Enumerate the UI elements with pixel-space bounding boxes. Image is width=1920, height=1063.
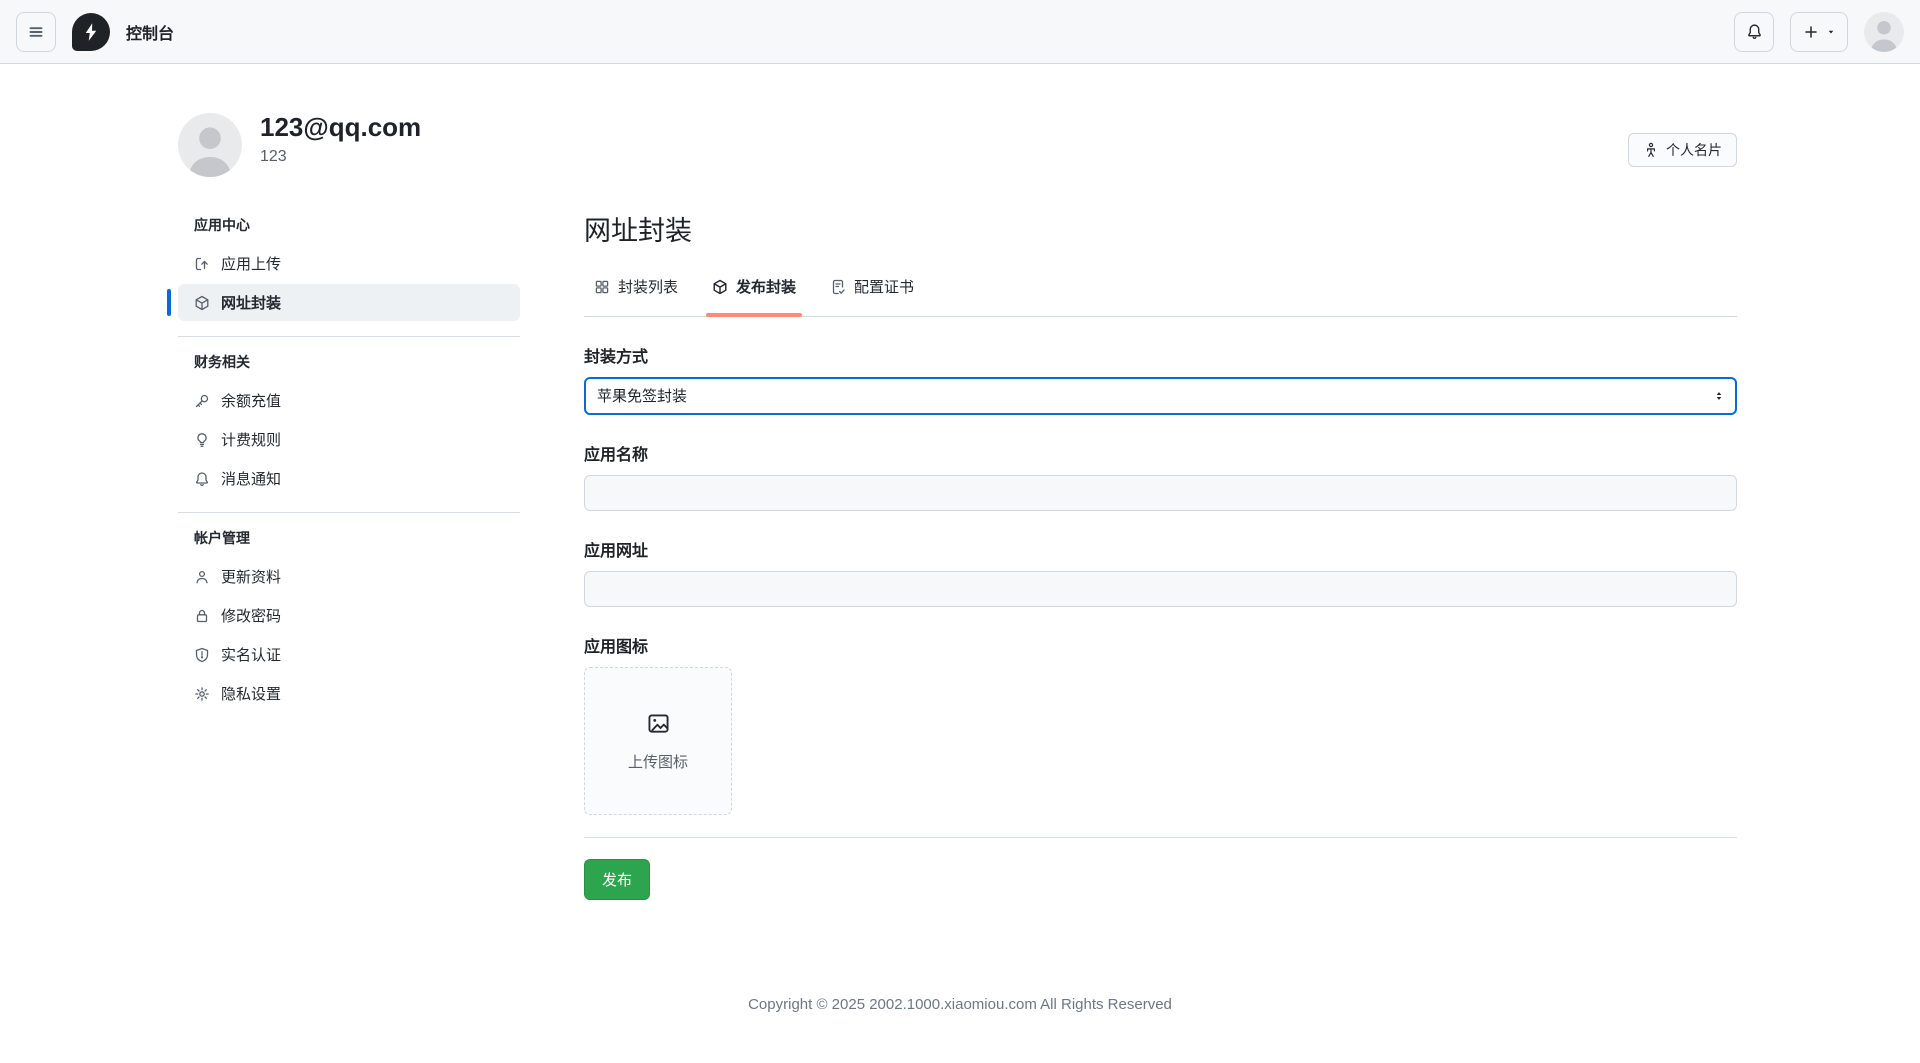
hamburger-menu-button[interactable] xyxy=(16,12,56,52)
shield-icon xyxy=(194,647,210,663)
sidebar-item-balance-recharge[interactable]: 余额充值 xyxy=(178,382,520,419)
sidebar-item-change-password[interactable]: 修改密码 xyxy=(178,597,520,634)
app-url-group: 应用网址 xyxy=(584,537,1737,607)
upload-icon xyxy=(194,256,210,272)
apps-grid-icon xyxy=(594,279,610,295)
plus-icon xyxy=(1803,24,1819,40)
app-name-input[interactable] xyxy=(584,475,1737,511)
package-method-select-wrap: 苹果免签封装 xyxy=(584,377,1737,415)
profile-email: 123@qq.com xyxy=(260,113,421,143)
sidebar-section-finance: 财务相关 xyxy=(178,352,520,372)
sidebar-section-app-center: 应用中心 xyxy=(178,215,520,235)
create-new-button[interactable] xyxy=(1790,12,1848,52)
top-navbar: 控制台 xyxy=(0,0,1920,64)
tab-configure-certificate[interactable]: 配置证书 xyxy=(820,270,924,316)
package-method-group: 封装方式 苹果免签封装 xyxy=(584,343,1737,415)
sidebar-item-label: 实名认证 xyxy=(221,644,281,665)
bell-icon xyxy=(1746,23,1763,40)
sidebar-item-realname-verify[interactable]: 实名认证 xyxy=(178,636,520,673)
package-method-select[interactable]: 苹果免签封装 xyxy=(584,377,1737,415)
sidebar-item-url-package[interactable]: 网址封装 xyxy=(178,284,520,321)
tab-publish-package[interactable]: 发布封装 xyxy=(702,270,806,316)
sidebar-item-app-upload[interactable]: 应用上传 xyxy=(178,245,520,282)
lightning-pin-logo xyxy=(72,13,110,51)
sidebar-item-label: 应用上传 xyxy=(221,253,281,274)
accessibility-person-icon xyxy=(1643,142,1659,158)
key-icon xyxy=(194,393,210,409)
package-icon xyxy=(194,295,210,311)
sidebar-item-privacy-settings[interactable]: 隐私设置 xyxy=(178,675,520,712)
app-url-label: 应用网址 xyxy=(584,537,1737,561)
sidebar-item-label: 更新资料 xyxy=(221,566,281,587)
tab-label: 封装列表 xyxy=(618,276,678,297)
profile-username: 123 xyxy=(260,148,421,166)
lightbulb-icon xyxy=(194,432,210,448)
sidebar-divider xyxy=(178,512,520,513)
page-title: 控制台 xyxy=(126,20,174,44)
three-bars-icon xyxy=(28,24,44,40)
form-divider xyxy=(584,837,1737,838)
upload-icon-text: 上传图标 xyxy=(628,751,688,772)
gear-icon xyxy=(194,686,210,702)
notifications-button[interactable] xyxy=(1734,12,1774,52)
profile-identity: 123@qq.com 123 xyxy=(260,113,421,166)
sidebar-item-label: 网址封装 xyxy=(221,292,281,313)
sidebar-item-update-profile[interactable]: 更新资料 xyxy=(178,558,520,595)
sidebar-section-account: 帐户管理 xyxy=(178,528,520,548)
bell-icon xyxy=(194,471,210,487)
app-name-label: 应用名称 xyxy=(584,441,1737,465)
app-url-input[interactable] xyxy=(584,571,1737,607)
content-row: 应用中心 应用上传 网址封装 财务相关 余额充值 xyxy=(178,209,1737,900)
sidebar-item-label: 计费规则 xyxy=(221,429,281,450)
profile-avatar xyxy=(178,113,242,177)
app-name-group: 应用名称 xyxy=(584,441,1737,511)
app-icon-group: 应用图标 上传图标 xyxy=(584,633,1737,815)
lock-icon xyxy=(194,608,210,624)
person-silhouette xyxy=(178,113,242,177)
person-silhouette xyxy=(1864,12,1904,52)
sidebar-item-label: 隐私设置 xyxy=(221,683,281,704)
icon-upload-dropzone[interactable]: 上传图标 xyxy=(584,667,732,815)
sidebar-item-label: 余额充值 xyxy=(221,390,281,411)
tab-package-list[interactable]: 封装列表 xyxy=(584,270,688,316)
main-panel: 网址封装 封装列表 发布封装 xyxy=(584,209,1737,900)
section-title: 网址封装 xyxy=(584,209,1737,248)
person-icon xyxy=(194,569,210,585)
image-icon xyxy=(646,711,671,736)
tab-label: 发布封装 xyxy=(736,276,796,297)
user-avatar[interactable] xyxy=(1864,12,1904,52)
personal-card-label: 个人名片 xyxy=(1666,140,1722,160)
package-method-label: 封装方式 xyxy=(584,343,1737,367)
sidebar-divider xyxy=(178,336,520,337)
checklist-icon xyxy=(830,279,846,295)
sidebar-item-notifications[interactable]: 消息通知 xyxy=(178,460,520,497)
sidebar-item-label: 修改密码 xyxy=(221,605,281,626)
tab-bar: 封装列表 发布封装 配置证书 xyxy=(584,270,1737,317)
publish-button[interactable]: 发布 xyxy=(584,859,650,900)
profile-header: 123@qq.com 123 个人名片 xyxy=(178,113,1737,177)
triangle-down-icon xyxy=(1826,27,1836,37)
app-icon-label: 应用图标 xyxy=(584,633,1737,657)
sidebar-item-billing-rules[interactable]: 计费规则 xyxy=(178,421,520,458)
sidebar-nav: 应用中心 应用上传 网址封装 财务相关 余额充值 xyxy=(178,209,520,714)
sidebar-item-label: 消息通知 xyxy=(221,468,281,489)
package-icon xyxy=(712,279,728,295)
header-actions xyxy=(1734,12,1904,52)
tab-label: 配置证书 xyxy=(854,276,914,297)
footer-copyright: Copyright © 2025 2002.1000.xiaomiou.com … xyxy=(0,996,1920,1053)
page-container: 123@qq.com 123 个人名片 应用中心 应用上传 网 xyxy=(0,113,1920,900)
personal-card-button[interactable]: 个人名片 xyxy=(1628,133,1737,167)
